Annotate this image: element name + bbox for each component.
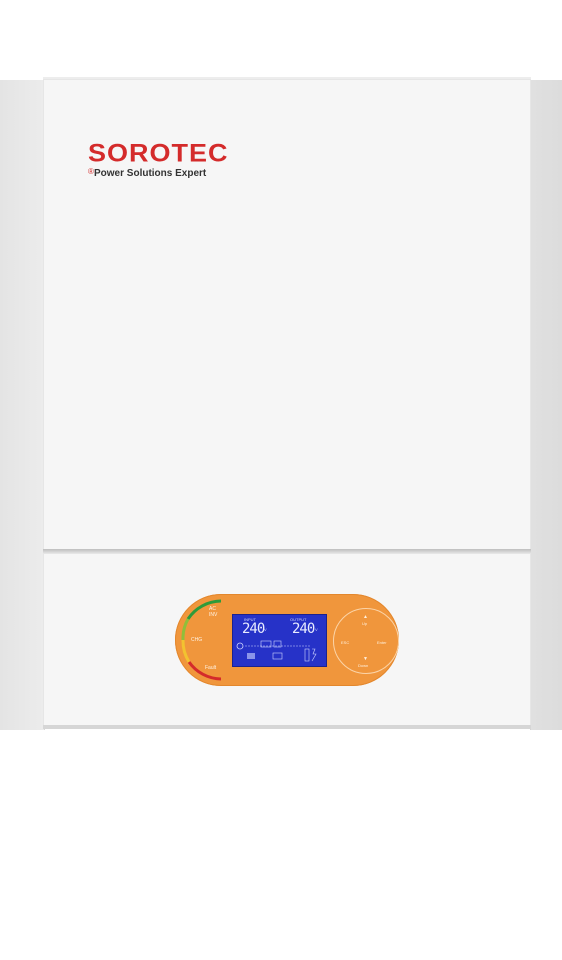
chg-led-arc <box>181 639 191 663</box>
led-label-inv: INV <box>209 612 218 618</box>
status-led-arc <box>181 599 222 681</box>
inverter-right-side <box>530 80 562 730</box>
solar-panel-icon <box>247 653 255 659</box>
down-button[interactable]: Down <box>358 663 368 668</box>
esc-button[interactable]: ESC <box>341 640 349 645</box>
load-icon <box>304 648 310 662</box>
grid-icon <box>236 642 244 650</box>
battery-icon <box>272 652 283 660</box>
led-label-fault: Fault <box>205 665 217 671</box>
down-arrow-icon: ▼ <box>363 656 368 662</box>
brand-tagline: Power Solutions Expert <box>94 168 207 179</box>
control-button-ring: ▲ Up ESC Enter ▼ Down <box>333 608 399 674</box>
cover-seam <box>43 549 531 554</box>
brand-logo: SOROTEC® Power Solutions Expert <box>88 138 228 187</box>
inverter-left-side <box>0 80 45 730</box>
lightning-icon <box>311 648 317 662</box>
enter-button[interactable]: Enter <box>377 640 387 645</box>
lcd-flow-diagram <box>236 640 317 662</box>
led-label-chg: CHG <box>191 637 203 643</box>
brand-name: SOROTEC <box>88 139 229 167</box>
inverter-bottom-edge <box>43 725 531 729</box>
up-button[interactable]: Up <box>362 621 367 626</box>
inv-led-arc <box>181 618 190 641</box>
control-panel: AC INV CHG Fault INPUT OUTPUT 240 V 240 … <box>175 594 399 686</box>
lcd-display: INPUT OUTPUT 240 V 240 V <box>232 614 327 667</box>
up-arrow-icon: ▲ <box>363 614 368 620</box>
